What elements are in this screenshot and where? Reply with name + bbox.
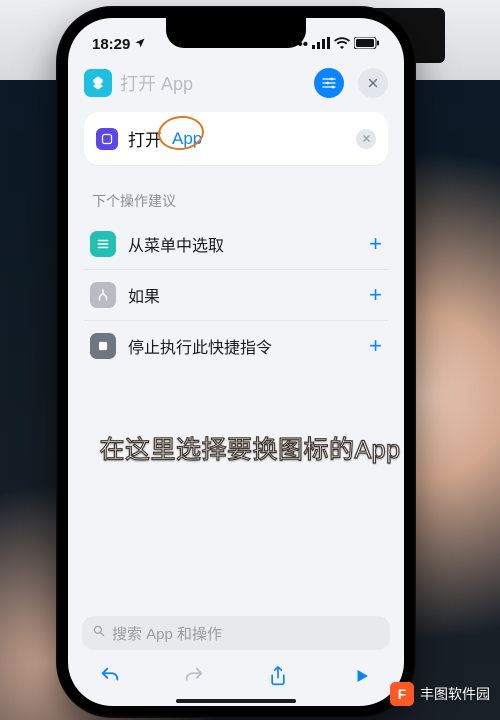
editor-header: 打开 App xyxy=(68,62,404,112)
share-button[interactable] xyxy=(265,663,291,689)
home-indicator xyxy=(176,699,296,703)
search-placeholder: 搜索 App 和操作 xyxy=(112,623,222,644)
redo-button[interactable] xyxy=(181,663,207,689)
run-button[interactable] xyxy=(349,663,375,689)
suggestions-list: 从菜单中选取 + 如果 + 停止执行此快捷指令 + xyxy=(84,219,388,371)
play-icon xyxy=(353,667,371,685)
shortcut-app-icon xyxy=(84,69,112,97)
share-icon xyxy=(268,665,288,687)
close-icon xyxy=(367,77,379,89)
suggestion-label: 停止执行此快捷指令 xyxy=(128,334,272,358)
search-icon xyxy=(92,624,106,642)
stop-icon xyxy=(90,333,116,359)
clear-action-button[interactable] xyxy=(356,129,376,149)
watermark-logo-icon: F xyxy=(390,682,414,706)
close-button[interactable] xyxy=(358,68,388,98)
undo-icon xyxy=(99,665,121,687)
suggestion-label: 从菜单中选取 xyxy=(128,232,224,256)
screen: 18:29 ••• 打开 Ap xyxy=(68,18,404,706)
location-arrow-icon xyxy=(134,36,146,53)
suggestion-label: 如果 xyxy=(128,283,160,307)
notch xyxy=(166,18,306,48)
watermark: F 丰图软件园 xyxy=(390,682,490,706)
open-app-mini-icon xyxy=(96,128,118,150)
x-small-icon xyxy=(362,134,371,143)
suggestion-stop-shortcut[interactable]: 停止执行此快捷指令 + xyxy=(84,321,388,371)
open-app-action-card[interactable]: 打开 App xyxy=(84,112,388,165)
sliders-icon xyxy=(321,75,337,91)
open-app-label: 打开 xyxy=(128,126,162,151)
phone-frame: 18:29 ••• 打开 Ap xyxy=(56,6,416,718)
settings-button[interactable] xyxy=(314,68,344,98)
watermark-text: 丰图软件园 xyxy=(420,684,490,704)
add-suggestion-button[interactable]: + xyxy=(369,333,382,359)
suggestion-if[interactable]: 如果 + xyxy=(84,270,388,321)
battery-icon xyxy=(354,36,380,53)
add-suggestion-button[interactable]: + xyxy=(369,231,382,257)
signal-icon xyxy=(312,36,330,53)
menu-icon xyxy=(90,231,116,257)
add-suggestion-button[interactable]: + xyxy=(369,282,382,308)
bottom-toolbar xyxy=(68,654,404,698)
suggestions-heading: 下个操作建议 xyxy=(92,191,380,211)
undo-button[interactable] xyxy=(97,663,123,689)
if-icon xyxy=(90,282,116,308)
redo-icon xyxy=(183,665,205,687)
suggestion-choose-from-menu[interactable]: 从菜单中选取 + xyxy=(84,219,388,270)
app-parameter-placeholder[interactable]: App xyxy=(172,129,202,149)
wifi-icon xyxy=(334,36,350,53)
status-time: 18:29 xyxy=(92,36,130,53)
shortcut-title-input[interactable]: 打开 App xyxy=(120,70,306,96)
search-input[interactable]: 搜索 App 和操作 xyxy=(82,616,390,650)
